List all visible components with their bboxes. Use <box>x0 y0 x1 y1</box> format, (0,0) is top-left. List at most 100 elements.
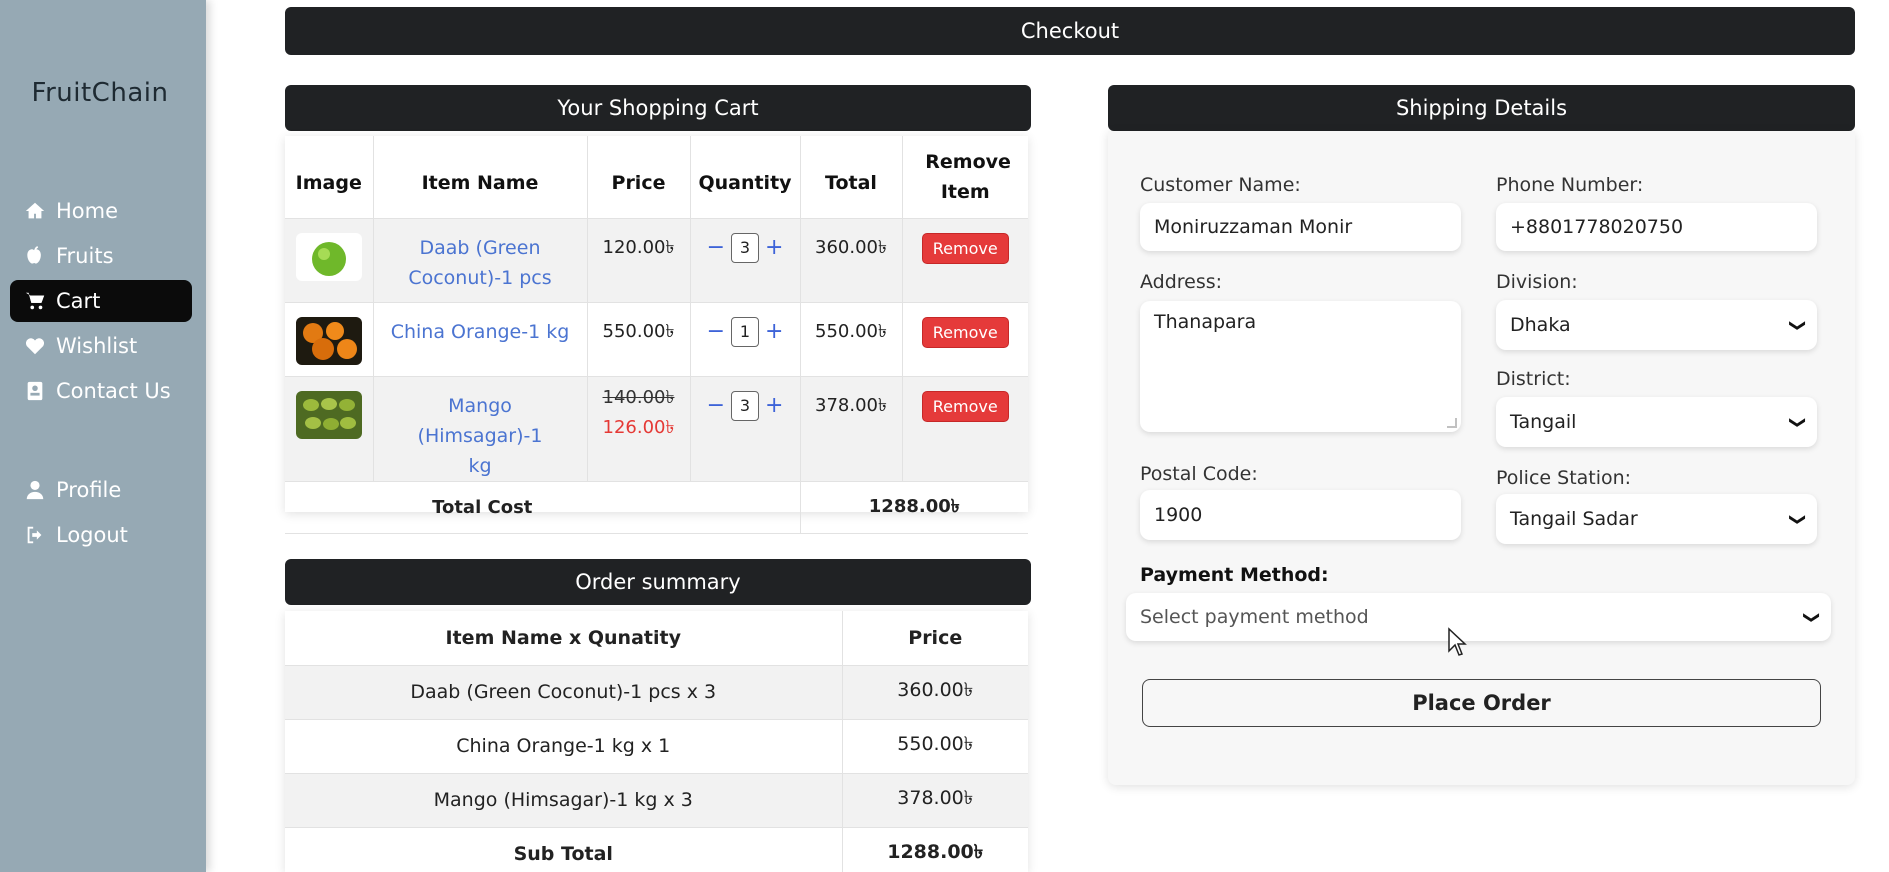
logout-icon <box>22 522 48 548</box>
qty-minus-button[interactable]: − <box>707 319 725 344</box>
summary-price: 360.00৳ <box>842 665 1028 720</box>
original-price: 140.00৳ <box>602 386 675 408</box>
coconut-image <box>295 232 362 281</box>
subtotal-value: 1288.00৳ <box>842 827 1028 872</box>
payment-method-select[interactable]: Select payment method ❯ <box>1126 593 1831 641</box>
sidebar-item-wishlist[interactable]: Wishlist <box>10 325 192 367</box>
mango-image <box>295 390 362 439</box>
chevron-down-icon: ❯ <box>1802 610 1822 624</box>
sidebar-item-label: Cart <box>56 289 101 313</box>
division-label: Division: <box>1496 271 1578 293</box>
item-name-link[interactable]: China Orange-1 kg <box>391 321 570 343</box>
subtotal-row: Sub Total 1288.00৳ <box>285 827 1028 872</box>
phone-input[interactable]: +8801778020750 <box>1496 203 1817 251</box>
postal-code-input[interactable]: 1900 <box>1140 490 1461 540</box>
sidebar-item-home[interactable]: Home <box>10 190 192 232</box>
qty-input[interactable]: 3 <box>731 390 759 421</box>
qty-plus-button[interactable]: + <box>765 393 783 418</box>
police-station-select[interactable]: Tangail Sadar ❯ <box>1496 494 1817 544</box>
police-station-label: Police Station: <box>1496 467 1632 489</box>
district-value: Tangail <box>1510 411 1577 433</box>
chevron-down-icon: ❯ <box>1788 318 1808 332</box>
item-name-link[interactable]: Mango (Himsagar)-1 kg <box>410 391 550 481</box>
sidebar-item-logout[interactable]: Logout <box>10 514 192 556</box>
postal-code-label: Postal Code: <box>1140 463 1258 485</box>
mouse-cursor-icon <box>1448 627 1467 656</box>
qty-minus-button[interactable]: − <box>707 393 725 418</box>
heart-icon <box>22 333 48 359</box>
customer-name-input[interactable]: Moniruzzaman Monir <box>1140 203 1461 251</box>
quantity-stepper: −3 + <box>707 390 783 421</box>
payment-method-label: Payment Method: <box>1140 564 1329 586</box>
police-station-value: Tangail Sadar <box>1510 508 1638 530</box>
qty-minus-button[interactable]: − <box>707 235 725 260</box>
qty-plus-button[interactable]: + <box>765 235 783 260</box>
cart-header: Your Shopping Cart <box>285 85 1031 131</box>
payment-method-placeholder: Select payment method <box>1140 606 1369 628</box>
cart-icon <box>22 288 48 314</box>
column-header: Total <box>800 136 903 219</box>
qty-input[interactable]: 3 <box>731 232 759 263</box>
summary-item: China Orange-1 kg x 1 <box>285 719 843 774</box>
summary-price: 550.00৳ <box>842 719 1028 774</box>
item-total: 378.00৳ <box>800 376 903 482</box>
sidebar-item-label: Wishlist <box>56 334 138 358</box>
qty-input[interactable]: 1 <box>731 316 759 347</box>
order-summary-table: Item Name x Qunatity Price Daab (Green C… <box>285 611 1028 872</box>
resize-handle-icon[interactable] <box>1447 418 1457 428</box>
address-textarea[interactable]: Thanapara <box>1140 301 1461 432</box>
table-row: Daab (Green Coconut)-1 pcs 120.00৳ −3 + 3… <box>285 218 1028 303</box>
table-row: Mango (Himsagar)-1 kg x 3 378.00৳ <box>285 773 1028 828</box>
district-label: District: <box>1496 368 1571 390</box>
shipping-header: Shipping Details <box>1108 85 1855 131</box>
sidebar-item-label: Home <box>56 199 119 223</box>
cart-table: Image Item Name Price Quantity Total Rem… <box>285 136 1028 534</box>
item-name-link[interactable]: Daab (Green Coconut)-1 pcs <box>405 233 555 293</box>
item-image <box>285 376 374 482</box>
summary-item: Daab (Green Coconut)-1 pcs x 3 <box>285 665 843 720</box>
address-value: Thanapara <box>1154 311 1257 333</box>
item-total: 550.00৳ <box>800 302 903 377</box>
division-select[interactable]: Dhaka ❯ <box>1496 300 1817 350</box>
cart-panel: Image Item Name Price Quantity Total Rem… <box>285 136 1028 534</box>
table-row: Daab (Green Coconut)-1 pcs x 3 360.00৳ <box>285 665 1028 720</box>
sidebar-item-cart[interactable]: Cart <box>10 280 192 322</box>
user-icon <box>22 477 48 503</box>
orange-image <box>295 316 362 365</box>
item-price: 140.00৳ 126.00৳ <box>587 376 691 482</box>
sidebar-item-label: Contact Us <box>56 379 171 403</box>
sidebar-item-profile[interactable]: Profile <box>10 469 192 511</box>
chevron-down-icon: ❯ <box>1788 512 1808 526</box>
address-label: Address: <box>1140 271 1223 293</box>
remove-button[interactable]: Remove <box>921 390 1009 422</box>
summary-price: 378.00৳ <box>842 773 1028 828</box>
sidebar-item-fruits[interactable]: Fruits <box>10 235 192 277</box>
chevron-down-icon: ❯ <box>1788 415 1808 429</box>
sidebar: FruitChain Home Fruits Cart Wishlist Con… <box>0 0 206 872</box>
column-header: Remove Item <box>902 136 1028 219</box>
district-select[interactable]: Tangail ❯ <box>1496 397 1817 447</box>
column-header: Quantity <box>690 136 801 219</box>
item-price: 550.00৳ <box>587 302 691 377</box>
column-header: Price <box>587 136 691 219</box>
column-header: Item Name <box>373 136 588 219</box>
sidebar-item-contact-us[interactable]: Contact Us <box>10 370 192 412</box>
place-order-button[interactable]: Place Order <box>1142 679 1821 727</box>
qty-plus-button[interactable]: + <box>765 319 783 344</box>
item-image <box>285 302 374 377</box>
division-value: Dhaka <box>1510 314 1571 336</box>
column-header: Item Name x Qunatity <box>285 611 843 666</box>
brand-logo[interactable]: FruitChain <box>0 78 200 108</box>
total-row: Total Cost 1288.00৳ <box>285 481 1028 534</box>
summary-item: Mango (Himsagar)-1 kg x 3 <box>285 773 843 828</box>
discount-price: 126.00৳ <box>602 416 675 438</box>
remove-button[interactable]: Remove <box>921 232 1009 264</box>
order-summary-panel: Item Name x Qunatity Price Daab (Green C… <box>285 611 1028 872</box>
quantity-stepper: −3 + <box>707 232 783 263</box>
item-image <box>285 218 374 303</box>
order-summary-header: Order summary <box>285 559 1031 605</box>
sidebar-item-label: Logout <box>56 523 128 547</box>
table-row: Mango (Himsagar)-1 kg 140.00৳ 126.00৳ −3… <box>285 376 1028 482</box>
remove-button[interactable]: Remove <box>921 316 1009 348</box>
apple-icon <box>22 243 48 269</box>
